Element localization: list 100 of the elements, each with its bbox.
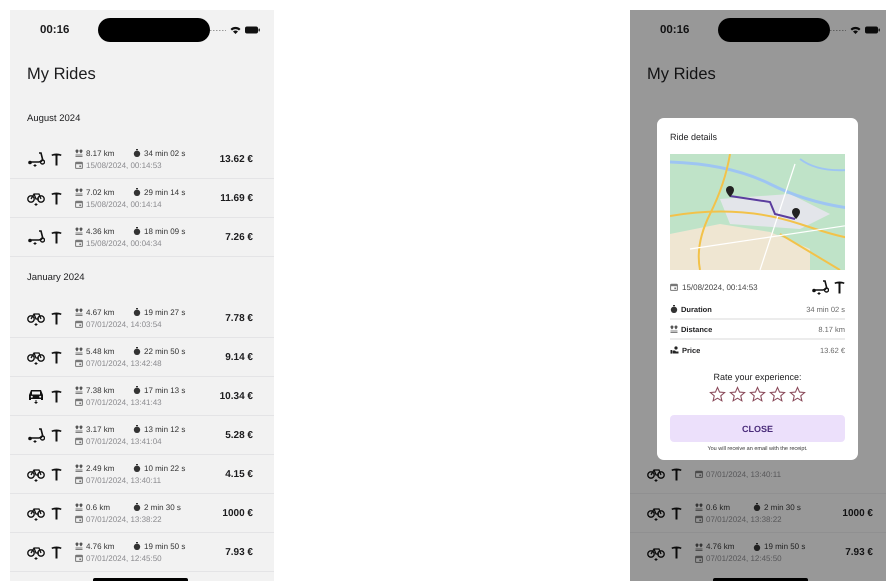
pins-icon	[670, 325, 678, 333]
stopwatch-icon	[133, 308, 141, 316]
t-shape-icon	[51, 230, 62, 244]
t-shape-icon	[51, 152, 62, 166]
stopwatch-icon	[133, 542, 141, 550]
stopwatch-icon	[133, 347, 141, 355]
duration-text: 18 min 09 s	[144, 226, 186, 236]
duration-text: 19 min 27 s	[144, 308, 186, 316]
screen-title: My Rides	[26, 64, 97, 85]
price-text: 7.93 €	[845, 547, 873, 558]
t-shape-icon	[834, 280, 845, 294]
date-text: 07/01/2024, 13:41:04	[86, 436, 162, 446]
star-rating[interactable]	[709, 386, 806, 403]
dialog-title: Ride details	[670, 131, 718, 144]
date-text: 15/08/2024, 00:14:14	[86, 200, 162, 208]
pins-icon	[75, 308, 83, 316]
date-text: 07/01/2024, 13:38:22	[706, 514, 782, 524]
price-text: 4.15 €	[225, 468, 253, 480]
scooter-icon	[27, 427, 45, 443]
t-shape-icon	[51, 312, 62, 324]
wifi-icon	[230, 26, 241, 34]
close-button[interactable]: CLOSE	[670, 415, 845, 442]
price-text: 5.28 €	[225, 430, 253, 440]
date-text: 07/01/2024, 13:41:43	[86, 398, 162, 406]
price-text: 7.78 €	[225, 312, 253, 324]
stopwatch-icon	[753, 503, 761, 511]
duration-text: 2 min 30 s	[144, 502, 181, 512]
section-label: August 2024	[26, 112, 82, 126]
scooter-icon	[811, 279, 829, 295]
wifi-icon	[850, 26, 861, 34]
stopwatch-icon	[133, 503, 141, 511]
price-text: 1000 €	[222, 508, 253, 518]
distance-text: 0.6 km	[86, 502, 110, 512]
pins-icon	[75, 542, 83, 550]
ride-row[interactable]: 2.49 km 10 min 22 s 07/01/2024, 13:40:11 4.15 €	[10, 455, 274, 494]
clock-time: 00:16	[40, 24, 70, 36]
ride-row[interactable]: 7.38 km 17 min 13 s 07/01/2024, 13:41:43 10.34 €	[10, 377, 274, 416]
duration-text: 22 min 50 s	[144, 346, 186, 356]
ride-row[interactable]: 0.6 km 2 min 30 s 07/01/2024, 13:38:22 1000 €	[630, 494, 886, 533]
stopwatch-icon	[133, 464, 141, 472]
t-shape-icon	[51, 350, 62, 364]
distance-text: 4.36 km	[86, 226, 114, 236]
distance-text: 0.6 km	[706, 502, 730, 512]
t-shape-icon	[51, 468, 62, 480]
date-text: 07/01/2024, 13:42:48	[86, 358, 162, 368]
price-text: 1000 €	[842, 508, 873, 518]
scooter-icon	[27, 151, 45, 167]
date-text: 15/08/2024, 00:04:34	[86, 238, 162, 248]
stopwatch-icon	[133, 149, 141, 157]
ride-row[interactable]: 4.76 km 19 min 50 s 07/01/2024, 12:45:50 7.93 €	[630, 533, 886, 572]
date-text: 07/01/2024, 12:45:50	[86, 554, 162, 562]
calendar-icon	[695, 554, 703, 562]
distance-text: 4.67 km	[86, 308, 114, 316]
distance-text: 4.76 km	[706, 542, 734, 551]
date-text: 07/01/2024, 13:40:11	[706, 470, 782, 478]
date-text: 07/01/2024, 13:38:22	[86, 514, 162, 524]
t-shape-icon	[51, 506, 62, 520]
ride-row[interactable]: 4.76 km 19 min 50 s 07/01/2024, 12:45:50 7.93 €	[10, 533, 274, 572]
price-text: 11.69 €	[220, 192, 253, 204]
price-text: 7.93 €	[225, 546, 253, 558]
calendar-icon	[75, 515, 83, 523]
ride-row[interactable]: 4.67 km 19 min 27 s 07/01/2024, 14:03:54 7.78 €	[10, 299, 274, 338]
distance-text: 3.17 km	[86, 424, 114, 434]
t-shape-icon	[51, 546, 62, 558]
distance-text: 7.38 km	[86, 386, 114, 394]
calendar-icon	[75, 320, 83, 328]
ride-row[interactable]: 4.36 km 18 min 09 s 15/08/2024, 00:04:34 7.26 €	[10, 218, 274, 257]
calendar-icon	[695, 470, 703, 478]
calendar-icon	[695, 515, 703, 523]
ride-row[interactable]: 5.48 km 22 min 50 s 07/01/2024, 13:42:48 9.14 €	[10, 338, 274, 377]
ride-row[interactable]: 0.6 km 2 min 30 s 07/01/2024, 13:38:22 1000 €	[10, 494, 274, 533]
screen-title: My Rides	[646, 64, 717, 85]
stopwatch-icon	[670, 305, 678, 313]
calendar-icon	[75, 239, 83, 247]
battery-icon	[865, 26, 880, 34]
pins-icon	[75, 188, 83, 196]
t-shape-icon	[671, 546, 682, 559]
duration-text: 2 min 30 s	[764, 502, 801, 512]
price-text: 10.34 €	[220, 390, 253, 402]
calendar-icon	[670, 283, 678, 291]
date-text: 07/01/2024, 12:45:50	[706, 554, 782, 563]
distance-text: 8.17 km	[86, 148, 114, 158]
t-shape-icon	[671, 506, 682, 520]
stopwatch-icon	[133, 386, 141, 394]
pins-icon	[695, 503, 703, 511]
duration-text: 19 min 50 s	[764, 542, 806, 551]
star-icon	[789, 386, 806, 403]
signal-icon	[210, 28, 226, 32]
stopwatch-icon	[753, 542, 761, 550]
ride-row[interactable]: 7.02 km 29 min 14 s 15/08/2024, 00:14:14 11.69 €	[10, 179, 274, 218]
stopwatch-icon	[133, 425, 141, 433]
distance-text: 2.49 km	[86, 464, 114, 472]
stopwatch-icon	[133, 227, 141, 235]
pins-icon	[75, 227, 83, 235]
section-label: January 2024	[26, 271, 86, 285]
ride-row[interactable]: 3.17 km 13 min 12 s 07/01/2024, 13:41:04 5.28 €	[10, 416, 274, 455]
duration-text: 29 min 14 s	[144, 188, 186, 196]
ride-row[interactable]: 8.17 km 34 min 02 s 15/08/2024, 00:14:53 13.62 €	[10, 140, 274, 179]
date-text: 07/01/2024, 13:40:11	[86, 476, 162, 484]
date-text: 15/08/2024, 00:14:53	[86, 160, 162, 170]
